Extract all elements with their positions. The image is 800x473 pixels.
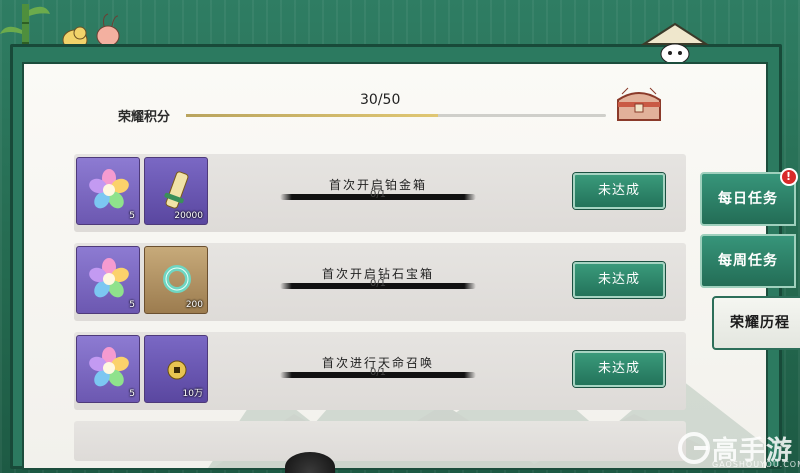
task-info: 首次开启铂金箱 0/1 — [280, 154, 476, 232]
rainbow-flower-icon — [89, 258, 129, 298]
task-row — [74, 421, 686, 461]
task-info: 首次开启钻石宝箱 0/1 — [280, 243, 476, 321]
reward-slot[interactable]: 5 — [76, 335, 140, 403]
reward-slot[interactable]: 10万 — [144, 335, 208, 403]
task-progress-text: 0/1 — [369, 278, 387, 289]
task-row: 5 10万 首次进行天命召唤 0/1 未达成 — [74, 332, 686, 410]
rainbow-flower-icon — [89, 347, 129, 387]
task-row: 5 200 首次开启钻石宝箱 0/1 未达成 — [74, 243, 686, 321]
treasure-chest-icon[interactable] — [614, 86, 664, 126]
not-achieved-button[interactable]: 未达成 — [573, 351, 665, 387]
reward-slot[interactable]: 5 — [76, 157, 140, 225]
notification-badge: ! — [780, 168, 798, 186]
reward-count: 5 — [129, 389, 135, 399]
task-progress-text: 0/1 — [369, 367, 387, 378]
panda-hat-decoration — [640, 22, 710, 65]
not-achieved-button[interactable]: 未达成 — [573, 173, 665, 209]
reward-count: 10万 — [182, 389, 203, 399]
score-progress-bar — [186, 114, 606, 117]
reward-count: 200 — [185, 300, 203, 310]
jade-ring-icon — [163, 265, 191, 293]
task-row: 5 20000 首次开启铂金箱 0/1 未达成 — [74, 154, 686, 232]
reward-slot[interactable]: 200 — [144, 246, 208, 314]
reward-slot[interactable]: 20000 — [144, 157, 208, 225]
task-info: 首次进行天命召唤 0/1 — [280, 332, 476, 410]
reward-count: 20000 — [174, 211, 203, 221]
tab-honor-history[interactable]: 荣耀历程 — [712, 296, 800, 350]
score-label: 荣耀积分 — [118, 110, 171, 125]
tab-weekly-tasks[interactable]: 每周任务 — [700, 234, 796, 288]
tab-label: 每日任务 — [718, 191, 778, 207]
score-progress-fill — [186, 114, 438, 117]
scroll-icon — [164, 171, 189, 209]
tab-label: 荣耀历程 — [730, 315, 790, 331]
tab-daily-tasks[interactable]: 每日任务 ! — [700, 168, 798, 226]
watermark-subtitle: GAOSHOUYOU.COM — [712, 460, 800, 469]
score-value: 30/50 — [360, 92, 401, 108]
reward-slot[interactable]: 5 — [76, 246, 140, 314]
coin-icon — [167, 360, 187, 380]
tab-label: 每周任务 — [718, 253, 778, 269]
task-progress-text: 0/1 — [369, 189, 387, 200]
reward-count: 5 — [129, 211, 135, 221]
reward-count: 5 — [129, 300, 135, 310]
not-achieved-button[interactable]: 未达成 — [573, 262, 665, 298]
rainbow-flower-icon — [89, 169, 129, 209]
